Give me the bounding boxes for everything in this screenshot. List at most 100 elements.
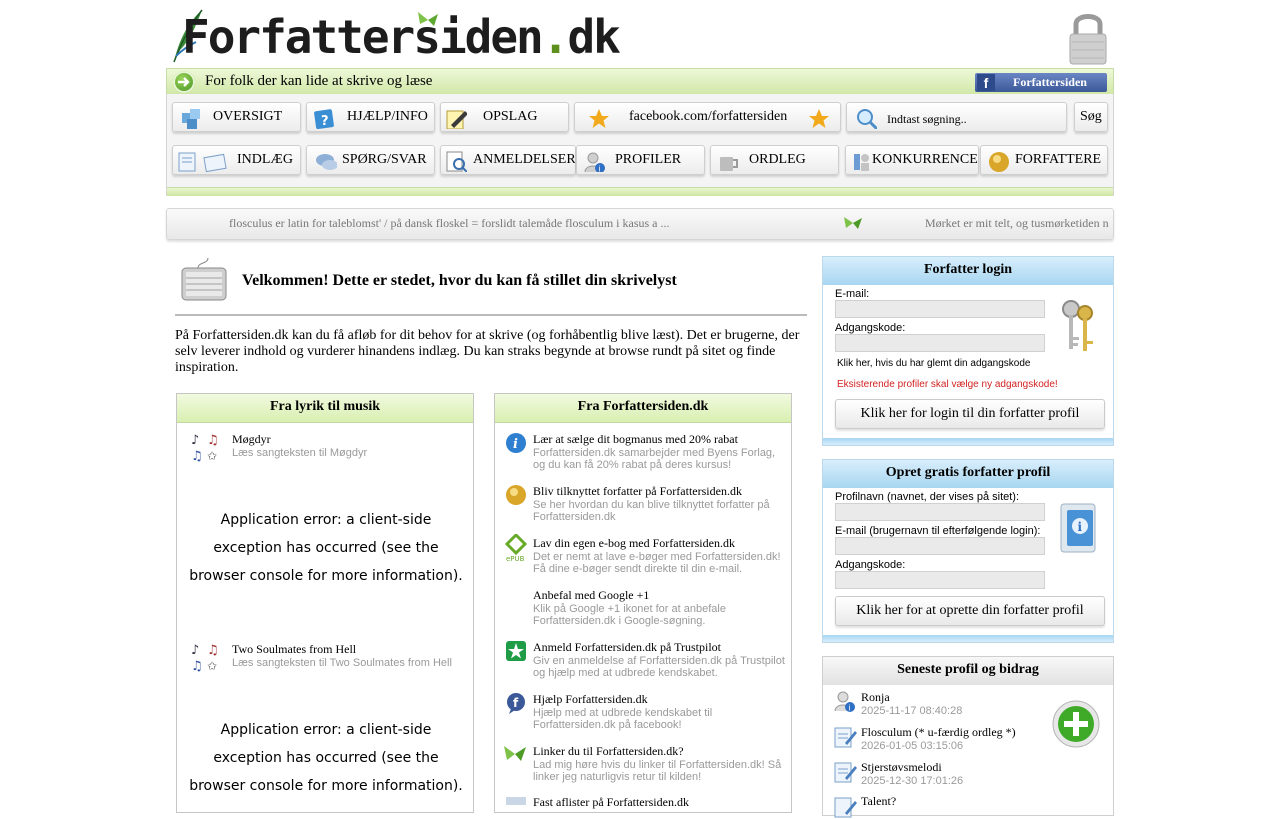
help-book-icon: ? xyxy=(314,109,334,129)
lyrik-title: Fra lyrik til musik xyxy=(177,394,473,423)
fra-item-link[interactable]: Fast aflister på Forfattersiden.dk xyxy=(533,795,689,810)
music-notes-icon: ♪ ♫ ♫ ✩ xyxy=(191,643,219,674)
gold-medal-icon xyxy=(989,152,1009,172)
chat-bubbles-icon xyxy=(316,154,337,170)
latest-item-date: 2025-11-17 08:40:28 xyxy=(861,705,963,717)
trophy-person-icon xyxy=(854,154,869,171)
svg-text:i: i xyxy=(1078,520,1083,534)
error-message: Application error: a client-side excepti… xyxy=(189,722,463,794)
svg-text:♫: ♫ xyxy=(191,659,203,674)
menu-ordleg-button[interactable]: ORDLEG xyxy=(710,145,839,175)
login-panel: Forfatter login E-mail: Adgangskode: Kli… xyxy=(822,256,1114,446)
fra-item-link[interactable]: Linker du til Forfattersiden.dk? xyxy=(533,744,684,759)
svg-text:♫: ♫ xyxy=(207,433,219,448)
search-input[interactable]: Indtast søgning.. xyxy=(887,112,967,127)
latest-item-link[interactable]: Flosculum (* u-færdig ordleg *) xyxy=(861,725,1016,740)
fra-item-subtitle: Hjælp med at udbrede kendskabet til Forf… xyxy=(533,707,713,731)
svg-text:♪: ♪ xyxy=(191,433,199,448)
signup-password-field[interactable] xyxy=(835,571,1045,589)
fra-item-subtitle: Det er nemt at lave e-bøger med Forfatte… xyxy=(533,551,781,575)
menu-forfattere-button[interactable]: FORFATTERE xyxy=(980,145,1108,175)
menu-profiler-button[interactable]: i PROFILER xyxy=(576,145,705,175)
document-edit-icon xyxy=(834,797,857,818)
fra-item-link[interactable]: Anmeld Forfattersiden.dk på Trustpilot xyxy=(533,640,721,655)
fra-item-subtitle: Lad mig høre hvis du linker til Forfatte… xyxy=(533,759,782,783)
add-plus-icon[interactable] xyxy=(1051,699,1101,749)
facebook-link-button[interactable]: facebook.com/forfattersiden xyxy=(574,102,841,132)
menu-opslag-button[interactable]: OPSLAG xyxy=(440,102,569,132)
menu-help-button[interactable]: ? HJÆLP/INFO xyxy=(306,102,435,132)
epub-icon: ePUB xyxy=(505,534,527,562)
fra-item-link[interactable]: Bliv tilknyttet forfatter på Forfattersi… xyxy=(533,484,742,499)
fra-item-link[interactable]: Lav din egen e-bog med Forfattersiden.dk xyxy=(533,536,735,551)
divider xyxy=(175,314,807,316)
keyboard-icon xyxy=(181,258,227,301)
login-title: Forfatter login xyxy=(823,257,1113,285)
latest-item-link[interactable]: Stjerstøvsmelodi xyxy=(861,760,942,775)
fra-item-subtitle: Forfattersiden.dk samarbejder med Byens … xyxy=(533,447,776,471)
document-edit-icon xyxy=(834,762,857,783)
news-ticker[interactable]: flosculus er latin for taleblomst' / på … xyxy=(166,208,1114,240)
svg-text:ePUB: ePUB xyxy=(506,555,525,562)
user-info-icon: i xyxy=(584,152,605,173)
butterfly-icon xyxy=(844,217,862,229)
fra-title: Fra Forfattersiden.dk xyxy=(495,394,791,423)
info-book-icon: i xyxy=(1060,503,1096,553)
signup-title: Opret gratis forfatter profil xyxy=(823,460,1113,488)
facebook-button[interactable]: f Forfattersiden xyxy=(975,73,1107,92)
notice-text: Eksisterende profiler skal vælge ny adga… xyxy=(837,379,1058,390)
menu-oversigt-button[interactable]: OVERSIGT xyxy=(172,102,301,132)
search-box[interactable]: Indtast søgning.. xyxy=(846,102,1067,132)
profile-name-field[interactable] xyxy=(835,503,1045,521)
svg-text:i: i xyxy=(599,165,601,173)
facebook-bubble-icon: f xyxy=(507,693,525,714)
facebook-button-label: Forfattersiden xyxy=(1013,75,1087,89)
song-link[interactable]: Møgdyr xyxy=(232,432,271,447)
arrow-right-icon xyxy=(173,71,195,93)
star-icon xyxy=(589,109,609,128)
svg-text:✩: ✩ xyxy=(207,659,217,673)
fra-item-link[interactable]: Lær at sælge dit bogmanus med 20% rabat xyxy=(533,432,738,447)
svg-text:♪: ♪ xyxy=(191,643,199,658)
mug-icon xyxy=(720,157,738,171)
latest-item-link[interactable]: Talent? xyxy=(861,794,896,809)
latest-panel: Seneste profil og bidrag i Ronja 2025-11… xyxy=(822,656,1114,818)
error-message: Application error: a client-side excepti… xyxy=(189,512,463,584)
signup-button[interactable]: Klik her for at oprette din forfatter pr… xyxy=(835,596,1105,626)
fra-item-link[interactable]: Anbefal med Google +1 xyxy=(533,588,649,603)
login-button[interactable]: Klik her for login til din forfatter pro… xyxy=(835,399,1105,429)
butterfly-icon xyxy=(418,12,438,26)
menu-anmeldelser-button[interactable]: ANMELDELSER xyxy=(440,145,576,175)
forgot-password-link[interactable]: Klik her, hvis du har glemt din adgangsk… xyxy=(837,358,1030,369)
search-button[interactable]: Søg xyxy=(1074,102,1108,132)
menu-konkurrencer-button[interactable]: KONKURRENCE xyxy=(845,145,979,175)
list-icon xyxy=(506,797,526,805)
menu-indlaeg-button[interactable]: INDLÆG xyxy=(172,145,301,175)
tagline-bar: For folk der kan lide at skrive og læse … xyxy=(166,68,1114,96)
welcome-title: Velkommen! Dette er stedet, hvor du kan … xyxy=(242,272,677,289)
lock-icon[interactable] xyxy=(1066,8,1110,66)
menu-spoerg-button[interactable]: SPØRG/SVAR xyxy=(306,145,435,175)
signup-email-label: E-mail (brugernavn til efterfølgende log… xyxy=(835,525,1041,537)
signup-email-field[interactable] xyxy=(835,537,1045,555)
music-notes-icon: ♪ ♫ ♫ ✩ xyxy=(191,433,219,464)
butterfly-icon xyxy=(504,746,526,761)
password-field[interactable] xyxy=(835,334,1045,352)
svg-text:?: ? xyxy=(321,114,329,129)
site-logo[interactable]: Forfattersiden.dk xyxy=(166,6,621,66)
notepad-pencil-icon xyxy=(446,110,467,129)
ticker-item[interactable]: Mørket er mit telt, og tusmørketiden n xyxy=(925,216,1109,231)
fra-item-link[interactable]: Hjælp Forfattersiden.dk xyxy=(533,692,648,707)
song-link[interactable]: Two Soulmates from Hell xyxy=(232,642,356,657)
welcome-intro: På Forfattersiden.dk kan du få afløb for… xyxy=(175,328,800,375)
profile-name-label: Profilnavn (navnet, der vises på sitet): xyxy=(835,491,1020,503)
ticker-item[interactable]: flosculus er latin for taleblomst' / på … xyxy=(229,216,670,231)
email-field[interactable] xyxy=(835,300,1045,318)
search-icon xyxy=(857,109,877,129)
latest-item-link[interactable]: Ronja xyxy=(861,690,890,705)
logo-text: Forfattersiden.dk xyxy=(182,10,621,64)
password-label: Adgangskode: xyxy=(835,322,906,334)
latest-item-date: 2026-01-05 03:15:06 xyxy=(861,740,964,752)
user-info-icon: i xyxy=(834,691,855,713)
review-magnifier-icon xyxy=(446,151,467,172)
